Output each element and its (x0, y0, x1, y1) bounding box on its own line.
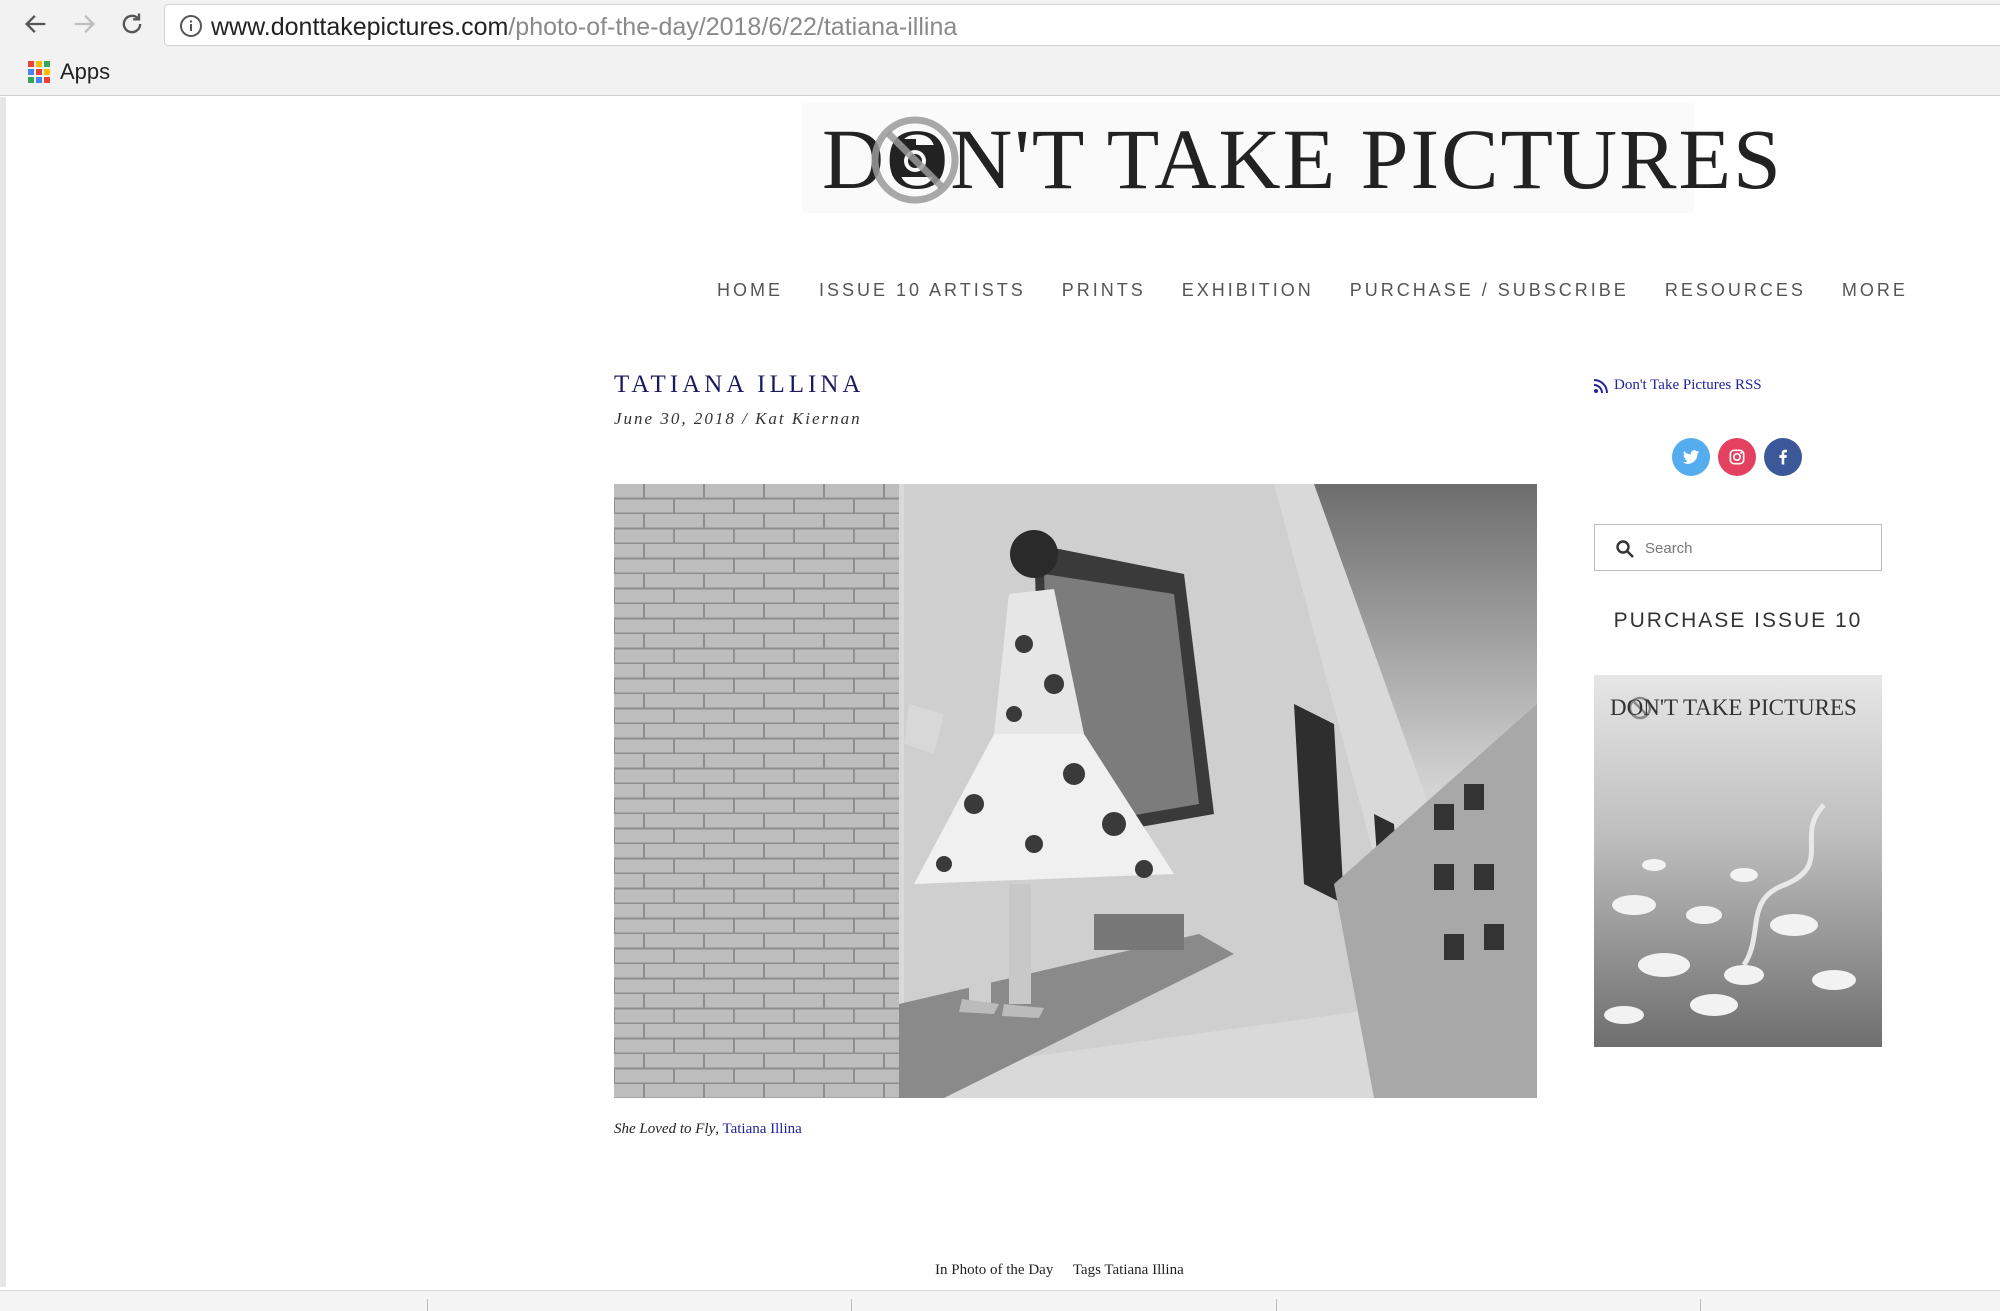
photo-illustration (614, 484, 1537, 1098)
reload-icon (122, 13, 142, 34)
caption-artist-link[interactable]: Tatiana Illina (722, 1121, 801, 1137)
purchase-heading: PURCHASE ISSUE 10 (1613, 609, 1863, 632)
issue-cover-image[interactable]: DON'T TAKE PICTURES (1594, 675, 1882, 1047)
cover-illustration (1594, 675, 1882, 1047)
featured-photo[interactable] (614, 484, 1537, 1098)
divider (851, 1299, 852, 1311)
search-icon (1616, 540, 1634, 558)
logo-text: DON'T TAKE PICTURES (822, 111, 1783, 207)
main-navigation: HOME ISSUE 10 ARTISTS PRINTS EXHIBITION … (717, 280, 1944, 301)
bookmark-label: Apps (60, 59, 111, 84)
photo-caption: She Loved to Fly, Tatiana Illina (614, 1121, 802, 1138)
nav-exhibition[interactable]: EXHIBITION (1182, 280, 1314, 301)
no-camera-icon (871, 116, 959, 204)
meta-separator: / (735, 409, 756, 428)
info-icon[interactable] (179, 14, 203, 38)
reload-button[interactable] (114, 6, 150, 42)
url-text: www.donttakepictures.com/photo-of-the-da… (211, 13, 957, 42)
nav-more[interactable]: MORE (1842, 280, 1908, 301)
twitter-button[interactable] (1672, 438, 1710, 476)
forward-button[interactable] (66, 6, 102, 42)
page-bottom-strip (0, 1290, 2000, 1311)
divider (427, 1299, 428, 1311)
divider (1700, 1299, 1701, 1311)
site-logo[interactable]: DON'T TAKE PICTURES (802, 103, 1781, 213)
url-path: /photo-of-the-day/2018/6/22/tatiana-illi… (508, 13, 958, 41)
post-meta: June 30, 2018 / Kat Kiernan (614, 409, 862, 429)
divider (1276, 1299, 1277, 1311)
browser-toolbar: www.donttakepictures.com/photo-of-the-da… (0, 0, 2000, 48)
scrollbar-track (0, 97, 6, 1287)
forward-arrow-icon (74, 15, 95, 33)
category-link[interactable]: In Photo of the Day (935, 1262, 1053, 1278)
nav-purchase-subscribe[interactable]: PURCHASE / SUBSCRIBE (1350, 280, 1629, 301)
nav-issue-10-artists[interactable]: ISSUE 10 ARTISTS (819, 280, 1026, 301)
facebook-button[interactable] (1764, 438, 1802, 476)
rss-icon (1594, 378, 1608, 393)
rss-link[interactable]: Don't Take Pictures RSS (1594, 377, 1762, 394)
facebook-icon (1779, 449, 1787, 465)
nav-home[interactable]: HOME (717, 280, 783, 301)
back-button[interactable] (18, 6, 54, 42)
bookmark-apps[interactable]: Apps (28, 58, 110, 86)
web-page: DON'T TAKE PICTURES HOME ISSUE 10 ARTIST… (0, 97, 2000, 1311)
search-input[interactable] (1645, 533, 1873, 563)
tags-link[interactable]: Tags Tatiana Illina (1073, 1262, 1184, 1278)
nav-resources[interactable]: RESOURCES (1665, 280, 1806, 301)
url-domain: www.donttakepictures.com (211, 13, 509, 41)
nav-prints[interactable]: PRINTS (1062, 280, 1146, 301)
twitter-icon (1682, 450, 1700, 464)
post-footer: In Photo of the Day Tags Tatiana Illina (935, 1262, 1200, 1279)
apps-grid-icon (28, 61, 50, 83)
rss-label: Don't Take Pictures RSS (1614, 377, 1762, 393)
caption-title: She Loved to Fly (614, 1121, 716, 1137)
post-title[interactable]: TATIANA ILLINA (614, 371, 864, 399)
instagram-button[interactable] (1718, 438, 1756, 476)
bookmarks-bar: Apps (0, 48, 2000, 96)
back-arrow-icon (25, 15, 46, 33)
address-bar[interactable]: www.donttakepictures.com/photo-of-the-da… (164, 4, 2000, 46)
post-author[interactable]: Kat Kiernan (755, 409, 862, 428)
instagram-icon (1729, 449, 1745, 465)
cover-title: DON'T TAKE PICTURES (1610, 695, 1857, 720)
search-box (1594, 524, 1882, 571)
post-date[interactable]: June 30, 2018 (614, 409, 736, 428)
